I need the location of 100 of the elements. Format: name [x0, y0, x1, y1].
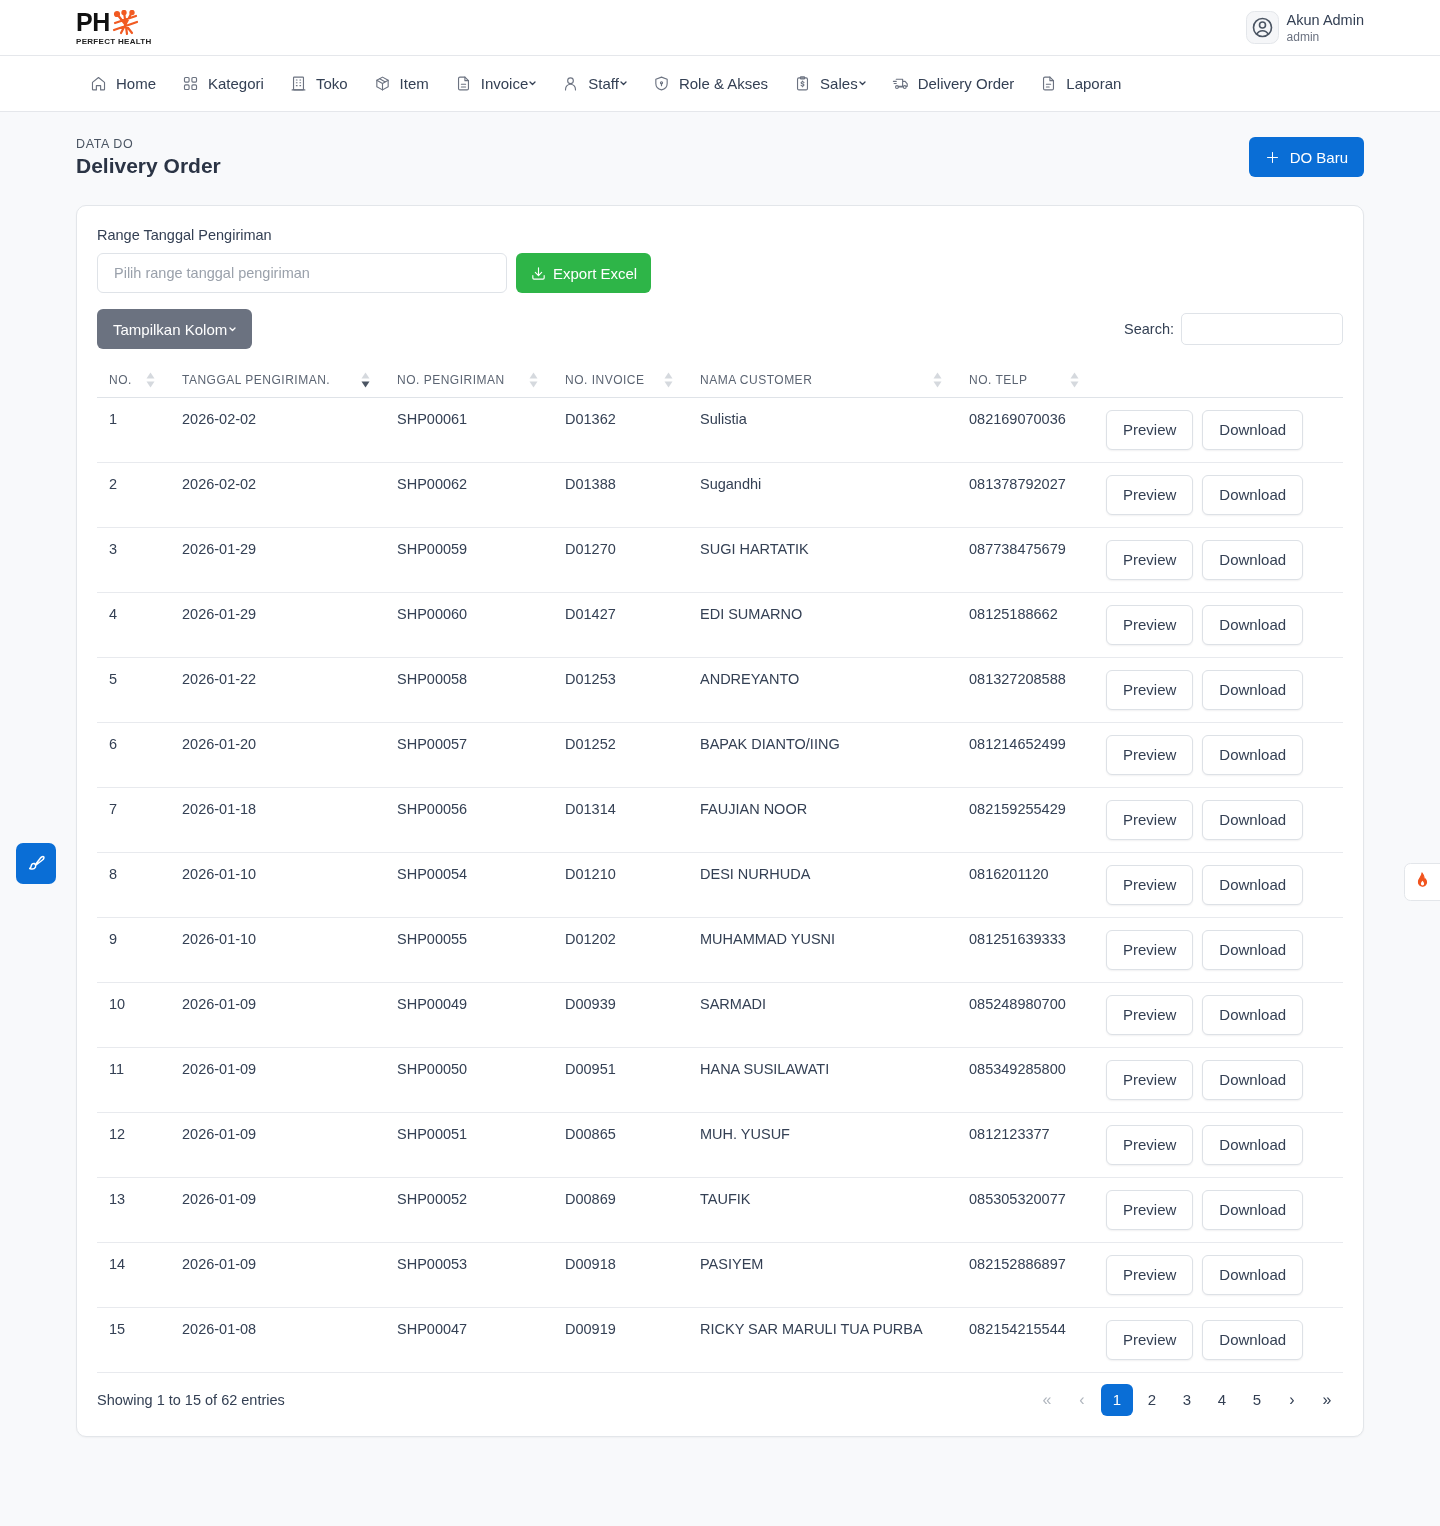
- table-cell: 7: [109, 800, 118, 817]
- nav-link[interactable]: Role & Akses: [639, 65, 782, 102]
- preview-button[interactable]: Preview: [1106, 1124, 1194, 1165]
- table-cell: 082154215544: [969, 1320, 1066, 1337]
- preview-button[interactable]: Preview: [1106, 539, 1194, 580]
- preview-button[interactable]: Preview: [1106, 409, 1194, 450]
- table-cell: D01270: [565, 540, 616, 557]
- column-header[interactable]: NO. TELP: [969, 373, 1028, 388]
- page-button[interactable]: 2: [1136, 1383, 1168, 1416]
- nav-link[interactable]: Kategori: [169, 65, 277, 102]
- next-page-button[interactable]: ›: [1276, 1383, 1308, 1416]
- preview-button[interactable]: Preview: [1106, 1319, 1194, 1360]
- table-cell: BAPAK DIANTO/IING: [700, 735, 840, 752]
- preview-button[interactable]: Preview: [1106, 734, 1194, 775]
- download-button[interactable]: Download: [1202, 734, 1304, 775]
- table-cell: D01362: [565, 410, 616, 427]
- table-cell: SHP00057: [397, 735, 468, 752]
- table-cell: 2026-01-22: [182, 670, 257, 687]
- entries-info: Showing 1 to 15 of 62 entries: [97, 1391, 285, 1408]
- column-header[interactable]: NO. PENGIRIMAN: [397, 373, 505, 388]
- download-button[interactable]: Download: [1202, 1319, 1304, 1360]
- logo-text: PH: [76, 11, 110, 34]
- nav-link[interactable]: Invoice: [441, 65, 550, 102]
- nav-link[interactable]: Delivery Order: [878, 65, 1028, 102]
- table-cell: 4: [109, 605, 118, 622]
- download-button[interactable]: Download: [1202, 474, 1304, 515]
- table-cell: 2026-01-09: [182, 1125, 257, 1142]
- table-cell: SHP00056: [397, 800, 468, 817]
- table-cell: 08125188662: [969, 605, 1058, 622]
- sort-icon[interactable]: [361, 372, 370, 389]
- search-label: Search:: [1124, 321, 1174, 337]
- table-cell: 081214652499: [969, 735, 1066, 752]
- column-header[interactable]: NAMA CUSTOMER: [700, 373, 813, 388]
- preview-button[interactable]: Preview: [1106, 799, 1194, 840]
- table-cell: EDI SUMARNO: [700, 605, 803, 622]
- page-button[interactable]: 5: [1241, 1383, 1273, 1416]
- download-button[interactable]: Download: [1202, 1059, 1304, 1100]
- avatar-icon[interactable]: [1245, 11, 1279, 44]
- table-cell: 2026-01-09: [182, 1255, 257, 1272]
- download-button[interactable]: Download: [1202, 409, 1304, 450]
- grid-icon: [182, 75, 199, 92]
- table-cell: 2026-01-29: [182, 605, 257, 622]
- download-button[interactable]: Download: [1202, 1189, 1304, 1230]
- page-button[interactable]: 3: [1171, 1383, 1203, 1416]
- table-cell: 082159255429: [969, 800, 1066, 817]
- nav-link[interactable]: Toko: [276, 65, 361, 102]
- download-icon: [530, 264, 547, 282]
- page-button[interactable]: 4: [1206, 1383, 1238, 1416]
- table-cell: 5: [109, 670, 118, 687]
- download-button[interactable]: Download: [1202, 994, 1304, 1035]
- download-button[interactable]: Download: [1202, 864, 1304, 905]
- date-range-field[interactable]: Pilih range tanggal pengiriman: [97, 253, 507, 293]
- table-cell: 2026-01-10: [182, 930, 257, 947]
- preview-button[interactable]: Preview: [1106, 669, 1194, 710]
- search-field[interactable]: [1181, 313, 1343, 345]
- table-cell: MUH. YUSUF: [700, 1125, 790, 1142]
- column-header[interactable]: NO. INVOICE: [565, 373, 645, 388]
- table-cell: 2026-01-20: [182, 735, 257, 752]
- preview-button[interactable]: Preview: [1106, 604, 1194, 645]
- table-cell: D01210: [565, 865, 616, 882]
- preview-button[interactable]: Preview: [1106, 929, 1194, 970]
- table-cell: Sugandhi: [700, 475, 762, 492]
- table-cell: D00951: [565, 1060, 616, 1077]
- table-cell: 2026-01-09: [182, 1190, 257, 1207]
- cube-icon: [373, 75, 391, 92]
- nav-link[interactable]: Laporan: [1027, 65, 1135, 102]
- table-cell: D00865: [565, 1125, 616, 1142]
- download-button[interactable]: Download: [1202, 669, 1304, 710]
- preview-button[interactable]: Preview: [1106, 994, 1194, 1035]
- new-do-button[interactable]: DO Baru: [1248, 137, 1364, 177]
- preview-button[interactable]: Preview: [1106, 1059, 1194, 1100]
- table-cell: 9: [109, 930, 118, 947]
- table-cell: 2026-01-29: [182, 540, 257, 557]
- download-button[interactable]: Download: [1202, 929, 1304, 970]
- column-toggle-button[interactable]: Tampilkan Kolom: [97, 309, 253, 349]
- table-cell: 6: [109, 735, 118, 752]
- flame-icon[interactable]: [1404, 863, 1440, 901]
- download-button[interactable]: Download: [1202, 1254, 1304, 1295]
- nav-link[interactable]: Sales: [781, 65, 879, 102]
- column-header[interactable]: NO.: [109, 373, 132, 388]
- download-button[interactable]: Download: [1202, 539, 1304, 580]
- column-header[interactable]: TANGGAL PENGIRIMAN.: [182, 373, 331, 388]
- table-cell: SHP00059: [397, 540, 468, 557]
- brush-icon[interactable]: [16, 843, 56, 884]
- preview-button[interactable]: Preview: [1106, 1189, 1194, 1230]
- nav-link[interactable]: Staff: [549, 65, 640, 102]
- last-page-button[interactable]: »: [1311, 1383, 1343, 1416]
- nav-link[interactable]: Item: [360, 65, 442, 102]
- table-cell: PASIYEM: [700, 1255, 764, 1272]
- preview-button[interactable]: Preview: [1106, 864, 1194, 905]
- download-button[interactable]: Download: [1202, 799, 1304, 840]
- table-cell: SHP00062: [397, 475, 468, 492]
- nav-link[interactable]: Home: [77, 65, 169, 102]
- table-cell: 081378792027: [969, 475, 1066, 492]
- download-button[interactable]: Download: [1202, 604, 1304, 645]
- table-cell: RICKY SAR MARULI TUA PURBA: [700, 1320, 923, 1337]
- preview-button[interactable]: Preview: [1106, 1254, 1194, 1295]
- page-button[interactable]: 1: [1101, 1383, 1133, 1416]
- download-button[interactable]: Download: [1202, 1124, 1304, 1165]
- preview-button[interactable]: Preview: [1106, 474, 1194, 515]
